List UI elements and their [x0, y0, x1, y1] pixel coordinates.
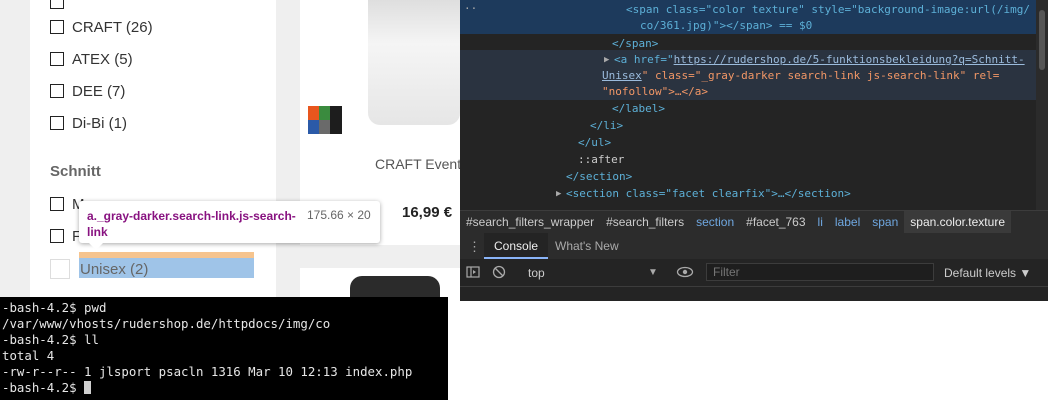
terminal-cursor: [84, 381, 92, 394]
breadcrumb-item[interactable]: #search_filters_wrapper: [460, 215, 600, 229]
dom-node-span-open[interactable]: <span class="color texture" style="backg…: [626, 2, 1030, 18]
breadcrumb-item[interactable]: section: [690, 215, 740, 229]
inspector-tooltip: a._gray-darker.search-link.js-search-lin…: [79, 201, 380, 243]
facet-title-schnitt: Schnitt: [50, 163, 101, 180]
facet-label: DEE (7): [72, 82, 126, 100]
dom-node-label-close[interactable]: </label>: [612, 101, 665, 117]
breadcrumb-item[interactable]: span: [866, 215, 904, 229]
chevron-down-icon[interactable]: ▼: [648, 264, 658, 282]
dom-node-a-rel[interactable]: "nofollow">…</a>: [602, 84, 708, 100]
console-output[interactable]: [460, 287, 1048, 297]
facet-checkbox[interactable]: [50, 0, 64, 9]
tooltip-size: 175.66 × 20: [307, 208, 371, 222]
dom-node-section-facet[interactable]: <section class="facet clearfix">…</secti…: [566, 186, 851, 202]
dom-node-section-close[interactable]: </section>: [566, 169, 632, 185]
dom-node-a[interactable]: <a href="https://rudershop.de/5-funktion…: [614, 52, 1025, 68]
devtools-bottom-edge: [460, 297, 1048, 301]
ellipsis-icon: ··: [464, 2, 478, 15]
dom-node-ul-close[interactable]: </ul>: [578, 135, 611, 151]
dom-node-span-close[interactable]: </span>: [612, 36, 658, 52]
facet-checkbox[interactable]: [50, 197, 64, 211]
facet-item-dee[interactable]: DEE (7): [50, 81, 125, 101]
sidebar-toggle-icon[interactable]: [466, 265, 480, 279]
breadcrumb-item[interactable]: label: [829, 215, 866, 229]
terminal-line: /var/www/vhosts/rudershop.de/httpdocs/im…: [2, 316, 331, 331]
facet-checkbox[interactable]: [50, 259, 70, 279]
facet-item-unisex[interactable]: Unisex (2): [50, 258, 148, 280]
dom-node-after[interactable]: ::after: [578, 152, 624, 168]
dom-node-a-href[interactable]: https://rudershop.de/5-funktionsbekleidu…: [674, 53, 1025, 66]
breadcrumb-item[interactable]: #facet_763: [740, 215, 811, 229]
expand-triangle-icon[interactable]: ▶: [556, 186, 561, 202]
facet-item-hidden[interactable]: [50, 0, 72, 12]
tooltip-arrow-icon: [88, 242, 104, 250]
product-card[interactable]: [300, 268, 460, 297]
dom-node-a-href-cont[interactable]: Unisex: [602, 69, 642, 82]
context-selector[interactable]: top: [528, 264, 658, 282]
terminal-line: -rw-r--r-- 1 jlsport psacln 1316 Mar 10 …: [2, 364, 413, 379]
tab-whats-new[interactable]: What's New: [555, 233, 619, 259]
dom-breadcrumb: #search_filters_wrapper #search_filters …: [460, 210, 1048, 234]
breadcrumb-item[interactable]: li: [812, 215, 829, 229]
product-price: 16,99 €: [402, 204, 453, 221]
dom-node-li-close[interactable]: </li>: [590, 118, 623, 134]
tab-console[interactable]: Console: [484, 233, 549, 259]
elements-dom-tree[interactable]: ·· <span class="color texture" style="ba…: [460, 0, 1036, 210]
terminal-line: -bash-4.2$ ll: [2, 332, 99, 347]
facet-item-dibi[interactable]: Di-Bi (1): [50, 113, 127, 133]
tooltip-selector: a._gray-darker.search-link.js-search-lin…: [87, 209, 296, 239]
facet-checkbox[interactable]: [50, 84, 64, 98]
facet-label: Unisex (2): [80, 260, 149, 278]
log-levels-dropdown[interactable]: Default levels ▼: [944, 264, 1031, 282]
terminal-line: -bash-4.2$ pwd: [2, 300, 107, 315]
shop-page: CRAFT (26) ATEX (5) DEE (7) Di-Bi (1) Sc…: [0, 0, 460, 297]
facet-item-atex[interactable]: ATEX (5): [50, 49, 133, 69]
background-area: [448, 297, 1048, 400]
more-options-icon[interactable]: ⋮: [468, 239, 481, 255]
clear-console-icon[interactable]: [492, 265, 506, 279]
facet-label: ATEX (5): [72, 50, 133, 68]
terminal-line: total 4: [2, 348, 55, 363]
breadcrumb-item-selected[interactable]: span.color.texture: [904, 211, 1011, 233]
facet-item-schnitt-f[interactable]: F: [50, 226, 81, 246]
facet-checkbox[interactable]: [50, 20, 64, 34]
facet-checkbox[interactable]: [50, 52, 64, 66]
eye-icon[interactable]: [676, 265, 694, 279]
console-toolbar: top ▼ Default levels ▼: [460, 260, 1048, 287]
dom-node-a-open: <a href=": [614, 53, 674, 66]
dom-node-a-cont[interactable]: Unisex" class="_gray-darker search-link …: [602, 68, 999, 84]
devtools-panel: ·· <span class="color texture" style="ba…: [460, 0, 1048, 297]
terminal-prompt-line[interactable]: -bash-4.2$: [2, 380, 92, 396]
drawer-tabbar: ⋮ Console What's New: [460, 233, 1048, 259]
breadcrumb-item[interactable]: #search_filters: [600, 215, 690, 229]
product-image[interactable]: [350, 276, 440, 297]
color-swatch-icon[interactable]: [308, 106, 342, 134]
facet-checkbox[interactable]: [50, 229, 64, 243]
facet-label: CRAFT (26): [72, 18, 153, 36]
terminal-prompt: -bash-4.2$: [2, 380, 85, 395]
dom-node-a-attrs: " class="_gray-darker search-link js-sea…: [641, 69, 1000, 82]
expand-triangle-icon[interactable]: ▶: [604, 52, 609, 68]
dom-node-span-open-cont[interactable]: co/361.jpg)"></span> == $0: [640, 18, 812, 34]
product-image[interactable]: [368, 0, 460, 125]
facet-label: Di-Bi (1): [72, 114, 127, 132]
scrollbar-thumb[interactable]: [1039, 10, 1045, 70]
terminal-window[interactable]: -bash-4.2$ pwd /var/www/vhosts/rudershop…: [0, 297, 448, 400]
facet-item-craft[interactable]: CRAFT (26): [50, 17, 153, 37]
facet-checkbox[interactable]: [50, 116, 64, 130]
console-filter-input[interactable]: [706, 263, 934, 281]
product-name[interactable]: CRAFT Event: [375, 156, 460, 172]
